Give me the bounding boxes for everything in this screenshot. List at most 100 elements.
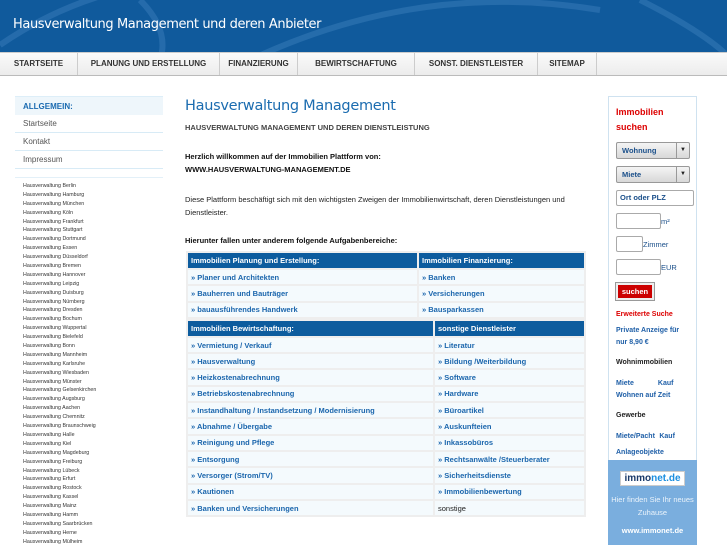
rooms-input[interactable] [616, 236, 643, 252]
city-link[interactable]: Hausverwaltung Düsseldorf [23, 253, 163, 262]
city-link[interactable]: Hausverwaltung Hamburg [23, 191, 163, 200]
nav-item-startseite[interactable]: STARTSEITE [0, 53, 78, 75]
service-link[interactable]: » Literatur [435, 337, 584, 353]
city-link[interactable]: Hausverwaltung Hamm [23, 511, 163, 520]
banner-text: Hier finden Sie Ihr neues Zuhause [611, 495, 694, 517]
service-link[interactable]: » Vermietung / Verkauf [188, 337, 433, 353]
service-link[interactable]: » Software [435, 370, 584, 385]
city-link[interactable]: Hausverwaltung Braunschweig [23, 422, 163, 431]
city-link[interactable]: Hausverwaltung Halle [23, 431, 163, 440]
city-link[interactable]: Hausverwaltung Bremen [23, 262, 163, 271]
service-link[interactable]: » Bauherren und Bauträger [188, 286, 417, 301]
sidebar-item-kontakt[interactable]: Kontakt [15, 133, 163, 151]
city-link[interactable]: Hausverwaltung Freiburg [23, 458, 163, 467]
city-link[interactable]: Hausverwaltung Köln [23, 209, 163, 218]
price-input[interactable] [616, 259, 661, 275]
city-link[interactable]: Hausverwaltung Kiel [23, 440, 163, 449]
city-link[interactable]: Hausverwaltung Stuttgart [23, 226, 163, 235]
service-link[interactable]: » bauausführendes Handwerk [188, 302, 417, 317]
city-link[interactable]: Hausverwaltung Nürnberg [23, 298, 163, 307]
service-link[interactable]: » Entsorgung [188, 451, 433, 467]
city-link[interactable]: Hausverwaltung Chemnitz [23, 413, 163, 422]
service-link[interactable]: » Sicherheitsdienste [435, 468, 584, 483]
nav-item-sitemap[interactable]: SITEMAP [538, 53, 597, 75]
city-link[interactable]: Hausverwaltung Gelsenkirchen [23, 386, 163, 395]
residential-heading: Wohnimmobilien [616, 359, 673, 366]
immonet-banner[interactable]: immonet.de Hier finden Sie Ihr neues Zuh… [608, 460, 697, 545]
city-link[interactable]: Hausverwaltung Augsburg [23, 395, 163, 404]
service-link[interactable]: » Betriebskostenabrechnung [188, 386, 433, 402]
service-link[interactable]: » Instandhaltung / Instandsetzung / Mode… [188, 403, 433, 418]
temporary-living-link[interactable]: Wohnen auf Zeit [616, 390, 696, 402]
city-link[interactable]: Hausverwaltung Mainz [23, 502, 163, 511]
logo-part: immo [624, 473, 652, 484]
city-link[interactable]: Hausverwaltung Wiesbaden [23, 369, 163, 378]
city-link[interactable]: Hausverwaltung Rostock [23, 484, 163, 493]
service-link[interactable]: » Reinigung und Pflege [188, 435, 433, 450]
service-link[interactable]: » Hausverwaltung [188, 354, 433, 369]
service-link[interactable]: » Versicherungen [419, 286, 584, 301]
service-link[interactable]: » Hardware [435, 386, 584, 402]
offer-type-select[interactable]: Miete ▼ [616, 166, 690, 183]
city-link[interactable]: Hausverwaltung Hannover [23, 271, 163, 280]
property-type-select[interactable]: Wohnung ▼ [616, 142, 690, 159]
city-link[interactable]: Hausverwaltung Herne [23, 529, 163, 538]
nav-item-bewirtschaftung[interactable]: BEWIRTSCHAFTUNG [298, 53, 415, 75]
city-link[interactable]: Hausverwaltung Dresden [23, 306, 163, 315]
city-link[interactable]: Hausverwaltung Bielefeld [23, 333, 163, 342]
service-link[interactable]: » Büroartikel [435, 403, 584, 418]
welcome-text: Herzlich willkommen auf der Immobilien P… [185, 150, 590, 176]
city-link[interactable]: Hausverwaltung München [23, 200, 163, 209]
service-link[interactable]: » Bildung /Weiterbildung [435, 354, 584, 369]
location-input[interactable]: Ort oder PLZ [616, 190, 694, 206]
service-link[interactable]: » Heizkostenabrechnung [188, 370, 433, 385]
city-link[interactable]: Hausverwaltung Saarbrücken [23, 520, 163, 529]
service-link[interactable]: » Banken und Versicherungen [188, 500, 433, 516]
city-link[interactable]: Hausverwaltung Bochum [23, 315, 163, 324]
city-link[interactable]: Hausverwaltung Essen [23, 244, 163, 253]
table-row: » Reinigung und Pflege» Inkassobüros [188, 435, 584, 450]
service-link[interactable]: » Auskunfteien [435, 419, 584, 434]
commercial-rent-link[interactable]: Miete/Pacht [616, 433, 655, 440]
table-cell: sonstige [435, 500, 584, 516]
service-link[interactable]: » Immobilienbewertung [435, 484, 584, 499]
city-link[interactable]: Hausverwaltung Duisburg [23, 289, 163, 298]
city-link[interactable]: Hausverwaltung Leipzig [23, 280, 163, 289]
city-link[interactable]: Hausverwaltung Erfurt [23, 475, 163, 484]
city-link[interactable]: Hausverwaltung Frankfurt [23, 218, 163, 227]
residential-rent-link[interactable]: Miete [616, 380, 634, 387]
sidebar-item-impressum[interactable]: Impressum [15, 151, 163, 169]
service-link[interactable]: » Planer und Architekten [188, 270, 417, 285]
commercial-buy-link[interactable]: Kauf [659, 433, 675, 440]
city-link[interactable]: Hausverwaltung Bonn [23, 342, 163, 351]
advanced-search-link[interactable]: Erweiterte Suche [616, 309, 696, 321]
service-link[interactable]: » Rechtsanwälte /Steuerberater [435, 451, 584, 467]
nav-item-finanzierung[interactable]: FINANZIERUNG [220, 53, 298, 75]
city-link[interactable]: Hausverwaltung Karlsruhe [23, 360, 163, 369]
service-link[interactable]: » Banken [419, 270, 584, 285]
city-link[interactable]: Hausverwaltung Berlin [23, 182, 163, 191]
nav-item-planung-und-erstellung[interactable]: PLANUNG UND ERSTELLUNG [78, 53, 220, 75]
city-link[interactable]: Hausverwaltung Lübeck [23, 467, 163, 476]
private-ad-link[interactable]: Private Anzeige für nur 8,90 € [616, 325, 690, 349]
city-link[interactable]: Hausverwaltung Mannheim [23, 351, 163, 360]
city-link[interactable]: Hausverwaltung Kassel [23, 493, 163, 502]
service-link[interactable]: » Abnahme / Übergabe [188, 419, 433, 434]
nav-item-sonst-dienstleister[interactable]: SONST. DIENSTLEISTER [415, 53, 538, 75]
city-link[interactable]: Hausverwaltung Wuppertal [23, 324, 163, 333]
city-link[interactable]: Hausverwaltung Mülheim [23, 538, 163, 547]
service-link[interactable]: » Kautionen [188, 484, 433, 499]
city-link[interactable]: Hausverwaltung Münster [23, 378, 163, 387]
investment-link[interactable]: Anlageobjekte [616, 447, 696, 459]
sidebar-item-startseite[interactable]: Startseite [15, 115, 163, 133]
area-input[interactable] [616, 213, 661, 229]
search-button[interactable]: suchen [615, 282, 655, 301]
table-row: » Banken und Versicherungen sonstige [188, 500, 584, 516]
service-link[interactable]: » Versorger (Strom/TV) [188, 468, 433, 483]
service-link[interactable]: » Bausparkassen [419, 302, 584, 317]
service-link[interactable]: » Inkassobüros [435, 435, 584, 450]
city-link[interactable]: Hausverwaltung Aachen [23, 404, 163, 413]
city-link[interactable]: Hausverwaltung Magdeburg [23, 449, 163, 458]
city-link[interactable]: Hausverwaltung Dortmund [23, 235, 163, 244]
residential-buy-link[interactable]: Kauf [658, 380, 674, 387]
